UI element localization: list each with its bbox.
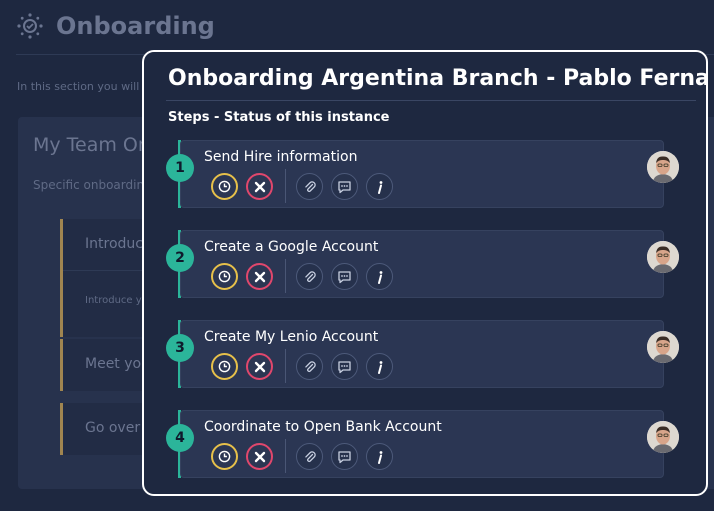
- onboarding-icon: [17, 13, 43, 39]
- info-button[interactable]: [366, 443, 393, 470]
- instance-status-modal: Onboarding Argentina Branch - Pablo Fern…: [142, 50, 708, 496]
- step-title: Create My Lenio Account: [204, 329, 379, 345]
- step-title: Create a Google Account: [204, 239, 379, 255]
- comment-icon: [338, 180, 351, 193]
- avatar: [647, 421, 679, 453]
- comment-button[interactable]: [331, 443, 358, 470]
- pending-button[interactable]: [211, 353, 238, 380]
- action-divider: [285, 169, 286, 203]
- modal-title: Onboarding Argentina Branch - Pablo Fern…: [168, 66, 706, 91]
- step-card[interactable]: Create a Google Account: [180, 230, 679, 298]
- step-card[interactable]: Create My Lenio Account: [180, 320, 679, 388]
- clock-icon: [218, 450, 231, 463]
- modal-subtitle: Steps - Status of this instance: [168, 110, 390, 125]
- cancel-button[interactable]: [246, 173, 273, 200]
- action-divider: [285, 259, 286, 293]
- step-title: Coordinate to Open Bank Account: [204, 419, 442, 435]
- info-icon: [377, 360, 382, 374]
- assignee-photo-icon: [647, 331, 679, 363]
- attach-button[interactable]: [296, 173, 323, 200]
- clock-icon: [218, 180, 231, 193]
- action-divider: [285, 439, 286, 473]
- avatar: [647, 331, 679, 363]
- paperclip-icon: [304, 360, 316, 372]
- close-icon: [254, 361, 265, 372]
- step-number-badge: 1: [166, 154, 194, 182]
- cancel-button[interactable]: [246, 263, 273, 290]
- cancel-button[interactable]: [246, 353, 273, 380]
- pending-button[interactable]: [211, 173, 238, 200]
- info-icon: [377, 270, 382, 284]
- modal-divider: [166, 100, 696, 101]
- assignee-photo-icon: [647, 151, 679, 183]
- close-icon: [254, 181, 265, 192]
- pending-button[interactable]: [211, 443, 238, 470]
- paperclip-icon: [304, 450, 316, 462]
- pending-button[interactable]: [211, 263, 238, 290]
- page-title: Onboarding: [56, 12, 215, 40]
- close-icon: [254, 271, 265, 282]
- clock-icon: [218, 270, 231, 283]
- step-title: Send Hire information: [204, 149, 358, 165]
- step-card[interactable]: Send Hire information: [180, 140, 679, 208]
- comment-icon: [338, 360, 351, 373]
- cancel-button[interactable]: [246, 443, 273, 470]
- attach-button[interactable]: [296, 353, 323, 380]
- attach-button[interactable]: [296, 263, 323, 290]
- close-icon: [254, 451, 265, 462]
- comment-button[interactable]: [331, 353, 358, 380]
- info-button[interactable]: [366, 263, 393, 290]
- paperclip-icon: [304, 270, 316, 282]
- step-number-badge: 3: [166, 334, 194, 362]
- comment-icon: [338, 270, 351, 283]
- info-button[interactable]: [366, 353, 393, 380]
- comment-button[interactable]: [331, 173, 358, 200]
- clock-icon: [218, 360, 231, 373]
- avatar: [647, 241, 679, 273]
- action-divider: [285, 349, 286, 383]
- avatar: [647, 151, 679, 183]
- step-number-badge: 4: [166, 424, 194, 452]
- info-icon: [377, 180, 382, 194]
- comment-icon: [338, 450, 351, 463]
- comment-button[interactable]: [331, 263, 358, 290]
- info-icon: [377, 450, 382, 464]
- step-number-badge: 2: [166, 244, 194, 272]
- attach-button[interactable]: [296, 443, 323, 470]
- assignee-photo-icon: [647, 421, 679, 453]
- paperclip-icon: [304, 180, 316, 192]
- step-card[interactable]: Coordinate to Open Bank Account: [180, 410, 679, 478]
- info-button[interactable]: [366, 173, 393, 200]
- page-header: Onboarding: [16, 12, 215, 40]
- assignee-photo-icon: [647, 241, 679, 273]
